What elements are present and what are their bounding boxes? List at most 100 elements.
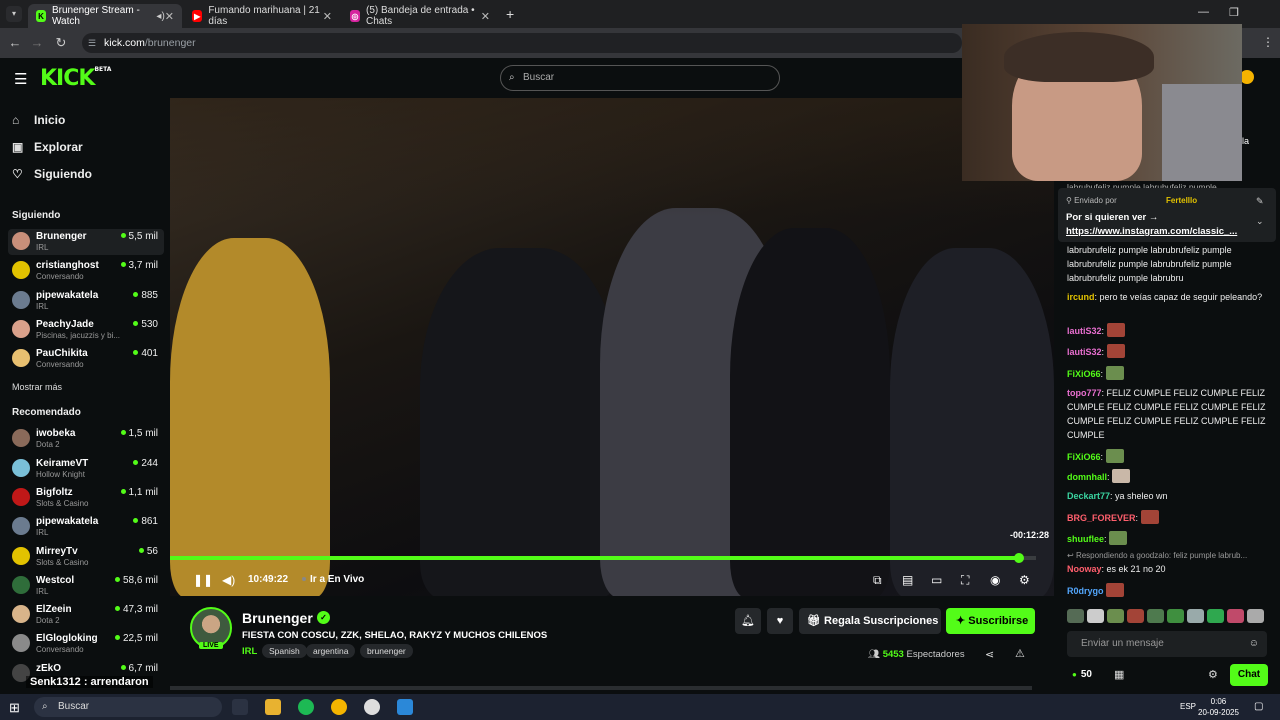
emote-icon[interactable] <box>1067 609 1084 623</box>
stream-category-link[interactable]: IRL <box>242 646 257 657</box>
nav-explore[interactable]: ▣ Explorar <box>12 140 83 154</box>
follow-heart-icon[interactable]: ♥ <box>767 608 793 634</box>
tag-spanish[interactable]: Spanish <box>262 644 307 658</box>
chat-username[interactable]: Deckart77 <box>1067 491 1110 501</box>
store-icon[interactable]: ▦ <box>1114 668 1124 681</box>
tab-instagram[interactable]: ◎ (5) Bandeja de entrada • Chats ✕ <box>342 4 498 28</box>
new-tab-icon[interactable]: + <box>506 6 514 22</box>
sidebar-channel-keiramevt[interactable]: KeirameVT Hollow Knight 244 <box>8 456 164 482</box>
pinned-link[interactable]: https://www.instagram.com/classic_... <box>1066 226 1244 237</box>
emote-icon[interactable] <box>1227 609 1244 623</box>
go-live-button[interactable]: Ir a En Vivo <box>302 574 364 585</box>
progress-bar[interactable] <box>170 556 1019 560</box>
share-icon[interactable]: ⋖ <box>985 648 994 661</box>
chat-username[interactable]: lautiS32 <box>1067 347 1102 357</box>
emote-icon[interactable] <box>1167 609 1184 623</box>
app-icon[interactable] <box>397 699 413 715</box>
tab-youtube[interactable]: ▶ Fumando marihuana | 21 días ✕ <box>184 4 340 28</box>
sidebar-channel-peachyjade[interactable]: PeachyJade Piscinas, jacuzzis y bi... 530 <box>8 317 164 343</box>
chat-username[interactable]: topo777 <box>1067 388 1102 398</box>
chat-username[interactable]: lautiS32 <box>1067 326 1102 336</box>
chat-message-input[interactable]: Enviar un mensaje ☺ <box>1067 631 1267 657</box>
speaker-icon[interactable]: ◂) <box>156 11 164 22</box>
sidebar-channel-pipewakatela[interactable]: pipewakatela IRL 885 <box>8 288 164 314</box>
volume-icon[interactable]: ◀) <box>222 573 235 587</box>
back-icon[interactable]: ← <box>6 34 24 52</box>
miniplayer-icon[interactable]: ⧉ <box>873 573 882 588</box>
kick-logo[interactable]: KICKBETA <box>40 66 111 91</box>
obs-icon[interactable] <box>364 699 380 715</box>
emote-icon[interactable] <box>1127 609 1144 623</box>
taskbar-search-input[interactable]: ⌕ Buscar <box>34 697 222 717</box>
emote-icon[interactable] <box>1107 609 1124 623</box>
unpin-icon[interactable]: ✎ <box>1256 196 1264 207</box>
user-avatar[interactable] <box>1240 70 1254 84</box>
chat-send-button[interactable]: Chat <box>1230 664 1268 686</box>
pinned-user[interactable]: Fertelllo <box>1166 196 1197 205</box>
sidebar-channel-pipewakatela-rec[interactable]: pipewakatela IRL 861 <box>8 514 164 540</box>
url-field[interactable]: ☰ kick.com/brunenger <box>82 33 962 53</box>
emote-icon[interactable] <box>1087 609 1104 623</box>
tab-kick[interactable]: K Brunenger Stream - Watch ◂) ✕ <box>28 4 182 28</box>
sidebar-channel-elglogloking[interactable]: ElGlogloking Conversando 22,5 mil <box>8 631 164 657</box>
settings-gear-icon[interactable]: ⚙ <box>1019 573 1030 587</box>
emote-icon[interactable] <box>1207 609 1224 623</box>
windows-start-icon[interactable]: ⊞ <box>9 700 20 716</box>
nav-following[interactable]: ♡ Siguiendo <box>12 167 92 181</box>
chrome-icon[interactable] <box>331 699 347 715</box>
clip-icon[interactable]: ▤ <box>902 573 913 587</box>
close-tab-icon[interactable]: ✕ <box>165 10 174 23</box>
file-explorer-icon[interactable] <box>265 699 281 715</box>
tag-argentina[interactable]: argentina <box>306 644 356 658</box>
site-info-icon[interactable]: ☰ <box>88 33 96 53</box>
theater-mode-icon[interactable]: ▭ <box>931 573 942 587</box>
chat-username[interactable]: BRG_FOREVER <box>1067 513 1136 523</box>
close-tab-icon[interactable]: ✕ <box>323 10 332 23</box>
sidebar-channel-iwobeka[interactable]: iwobeka Dota 2 1,5 mil <box>8 426 164 452</box>
taskbar-clock[interactable]: 0:06 20-09-2025 <box>1198 696 1239 718</box>
chat-username[interactable]: FiXiO66 <box>1067 369 1101 379</box>
channel-points[interactable]: 50 <box>1072 669 1092 680</box>
show-more-link[interactable]: Mostrar más <box>12 382 62 392</box>
streamer-name[interactable]: Brunenger <box>242 610 313 626</box>
forward-icon[interactable]: → <box>28 34 46 52</box>
emote-icon[interactable] <box>1187 609 1204 623</box>
emote-icon[interactable] <box>1147 609 1164 623</box>
nav-home[interactable]: ⌂ Inicio <box>12 113 65 127</box>
subscribe-button[interactable]: ✦ Suscribirse <box>946 608 1035 634</box>
sidebar-channel-mirreytv[interactable]: MirreyTv Slots & Casino 56 <box>8 544 164 570</box>
chat-username[interactable]: domnhall <box>1067 472 1107 482</box>
emote-icon[interactable] <box>1247 609 1264 623</box>
hamburger-menu-icon[interactable]: ☰ <box>14 70 27 88</box>
chat-username[interactable]: shuuflee <box>1067 534 1104 544</box>
chat-settings-gear-icon[interactable]: ⚙ <box>1208 668 1218 681</box>
fullscreen-icon[interactable]: ⛶ <box>961 573 969 588</box>
sidebar-channel-westcol[interactable]: Westcol IRL 58,6 mil <box>8 573 164 599</box>
sidebar-channel-elzeein[interactable]: ElZeein Dota 2 47,3 mil <box>8 602 164 628</box>
emoji-icon[interactable]: ☺ <box>1249 631 1259 657</box>
progress-handle[interactable] <box>1013 553 1024 563</box>
tag-brunenger[interactable]: brunenger <box>360 644 413 658</box>
spotify-icon[interactable] <box>298 699 314 715</box>
browser-menu-icon[interactable]: ⋮ <box>1262 35 1274 49</box>
horizontal-scrollbar[interactable] <box>170 686 1032 690</box>
report-warning-icon[interactable]: ⚠ <box>1015 647 1025 660</box>
task-view-icon[interactable] <box>232 699 248 715</box>
close-tab-icon[interactable]: ✕ <box>481 10 490 23</box>
maximize-icon[interactable]: ❐ <box>1229 6 1239 19</box>
gift-subs-button[interactable]: 🎁︎ Regala Suscripciones <box>799 608 941 634</box>
chat-username[interactable]: Nooway <box>1067 564 1102 574</box>
minimize-icon[interactable]: — <box>1198 6 1209 18</box>
notifications-bell-icon[interactable]: 🔔︎ <box>735 608 761 634</box>
tab-list-icon[interactable]: ▾ <box>6 6 22 22</box>
pause-icon[interactable]: ❚❚ <box>193 573 213 587</box>
sidebar-channel-pauchikita[interactable]: PauChikita Conversando 401 <box>8 346 164 372</box>
playback-speed-icon[interactable]: ◉ <box>990 573 1000 587</box>
chevron-down-icon[interactable]: ⌄ <box>1256 216 1264 227</box>
keyboard-language[interactable]: ESP <box>1180 702 1196 711</box>
reload-icon[interactable]: ↻ <box>52 34 70 52</box>
sidebar-channel-brunenger[interactable]: Brunenger IRL 5,5 mil <box>8 229 164 255</box>
search-input[interactable]: ⌕ Buscar <box>500 65 780 91</box>
notifications-icon[interactable]: ▢ <box>1254 701 1263 712</box>
sidebar-channel-bigfoltz[interactable]: Bigfoltz Slots & Casino 1,1 mil <box>8 485 164 511</box>
